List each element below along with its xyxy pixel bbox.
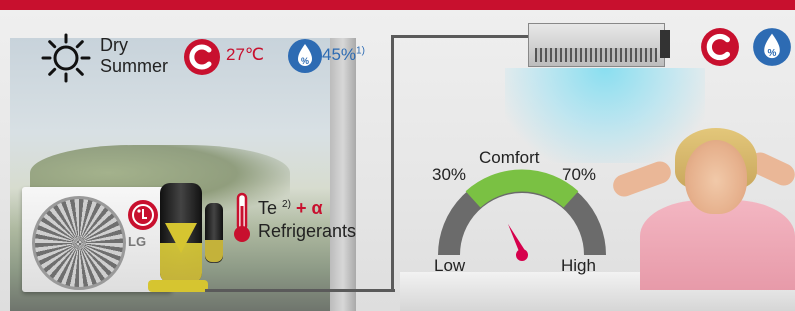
sun-icon [40,32,92,89]
refrigerant-pipe-top [391,35,531,38]
arrow-down-icon [165,223,197,253]
person-face [685,140,747,214]
heat-icon [183,38,221,81]
duct-connector [660,30,670,58]
weather-label-summer: Summer [100,56,169,76]
gauge-title: Comfort [479,148,540,167]
humidity-footnote: 1) [356,45,365,57]
window-frame [330,38,356,311]
refrigerant-pipe-vertical [391,35,394,292]
humidity-icon: % [752,27,792,72]
temperature-value: 27℃ [226,45,265,64]
gauge-high-label: High [561,256,596,275]
te-footnote: 2) [282,199,291,210]
refrigerants-label: Refrigerants [258,221,357,241]
duct-grill [535,48,657,62]
comfort-zone-arc [465,169,579,208]
brand-label: LG [128,234,147,249]
gauge-hub [516,249,528,261]
thermometer-icon [232,192,252,249]
accumulator-fill [205,240,223,262]
svg-text:%: % [768,48,777,59]
svg-text:%: % [301,56,309,66]
heat-icon [700,27,740,72]
outdoor-fan-icon [32,196,126,290]
humidity-value: 45%1) [322,45,365,64]
gauge-low-label: Low [434,256,466,275]
refrigerant-pipe-horizontal [205,289,395,292]
lg-logo-icon [128,200,158,230]
humidity-icon: % [287,38,323,79]
gauge-lower-bound: 30% [432,165,467,184]
refrigerant-pool [148,280,208,292]
weather-label-dry: Dry [100,35,128,55]
plus-alpha-label: + α [295,198,323,218]
te-label: Te 2) + α [258,198,323,218]
gauge-upper-bound: 70% [562,165,597,184]
top-accent-bar [0,0,795,10]
